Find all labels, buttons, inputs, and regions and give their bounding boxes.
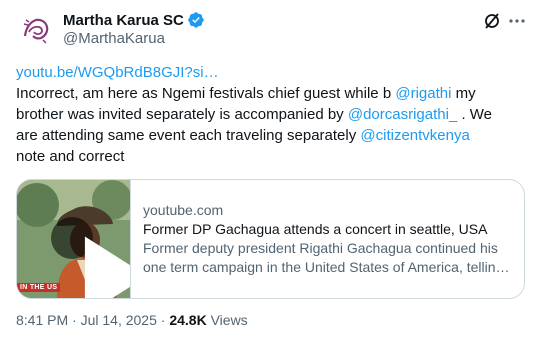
views-label: Views [206, 312, 248, 328]
card-thumbnail[interactable]: IN THE US [17, 180, 131, 298]
mention-dorcasrigathi[interactable]: @dorcasrigathi_ [348, 106, 457, 123]
avatar[interactable] [16, 10, 56, 50]
grok-icon[interactable] [482, 11, 502, 31]
mention-rigathi[interactable]: @rigathi [395, 85, 451, 102]
verified-badge-icon [187, 11, 205, 29]
mention-citizentvkenya[interactable]: @citizentvkenya [360, 127, 469, 144]
author-handle[interactable]: @MarthaKarua [63, 30, 165, 47]
author-name-row: Martha Karua SC [63, 10, 205, 30]
avatar-logo [16, 10, 56, 50]
tweet-date[interactable]: Jul 14, 2025 [81, 312, 157, 328]
more-icon[interactable] [507, 11, 527, 31]
card-body: youtube.com Former DP Gachagua attends a… [131, 180, 524, 298]
meta-separator: · [156, 312, 170, 328]
views-count: 24.8K [169, 312, 207, 328]
tweet-meta: 8:41 PM · Jul 14, 2025 · 24.8K Views [16, 312, 248, 328]
tweet-text-line1-tail: my [451, 85, 476, 102]
card-domain: youtube.com [143, 202, 224, 218]
card-title: Former DP Gachagua attends a concert in … [143, 221, 488, 237]
tweet-text-line1: Incorrect, am here as Ngemi festivals ch… [16, 85, 396, 102]
card-description: Former deputy president Rigathi Gachagua… [143, 240, 510, 275]
thumbnail-caption: IN THE US [17, 283, 61, 292]
tweet-link[interactable]: youtu.be/WGQbRdB8GJI?si… [16, 64, 219, 81]
link-preview-card[interactable]: IN THE US youtube.com Former DP Gachagua… [16, 179, 525, 299]
author-display-name[interactable]: Martha Karua SC [63, 12, 184, 29]
tweet-text-line2: brother was invited separately is accomp… [16, 106, 348, 123]
tweet-time[interactable]: 8:41 PM [16, 312, 68, 328]
tweet-text-line2-tail: . We [457, 106, 493, 123]
tweet-text: youtu.be/WGQbRdB8GJI?si… Incorrect, am h… [16, 62, 528, 167]
tweet-text-line3: are attending same event each traveling … [16, 127, 361, 144]
meta-separator: · [68, 312, 81, 328]
play-icon[interactable] [51, 217, 130, 298]
tweet-text-line4: note and correct [16, 148, 125, 165]
